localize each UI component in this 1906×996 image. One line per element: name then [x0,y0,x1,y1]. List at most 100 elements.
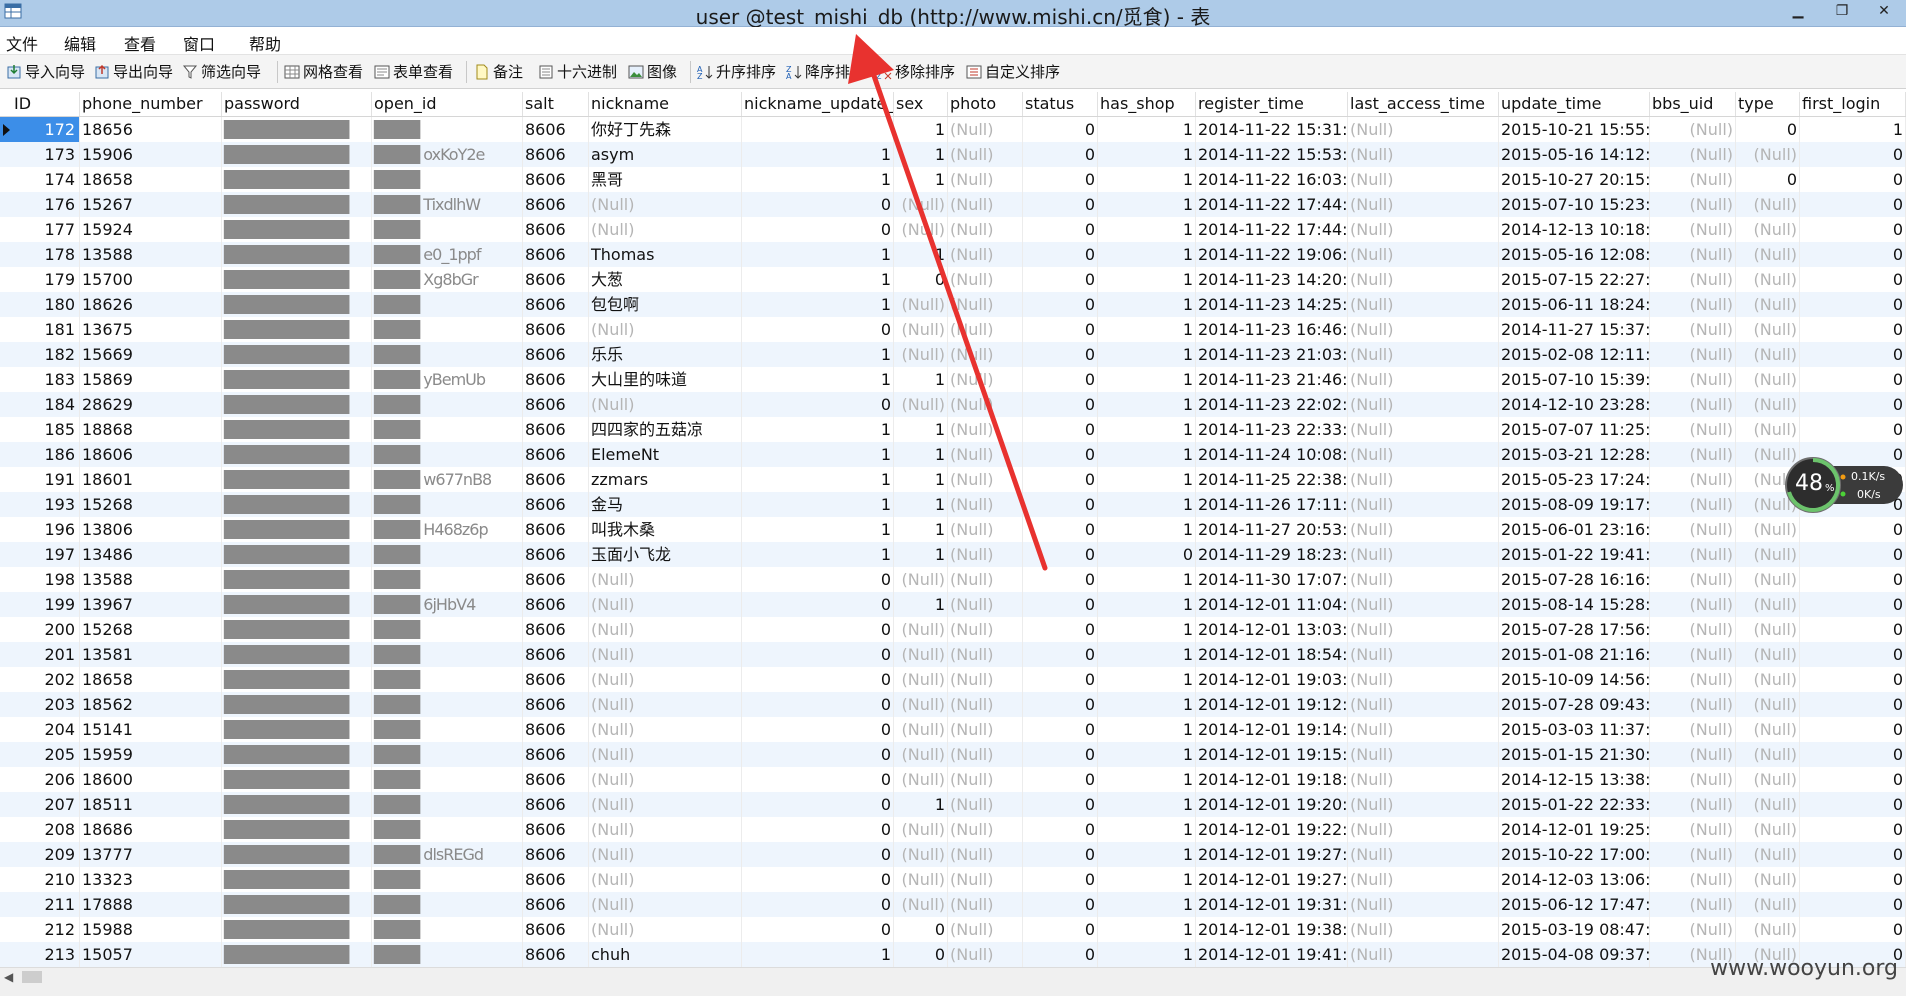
cell-id[interactable]: 202 [0,667,80,692]
cell-type[interactable]: (Null) [1736,517,1800,542]
cell-status[interactable]: 0 [1023,217,1098,242]
cell-id[interactable]: 186 [0,442,80,467]
cell-upd[interactable]: 2015-01-22 19:41:40 [1499,542,1650,567]
cell-reg[interactable]: 2014-11-23 16:46:49 [1196,317,1348,342]
cell-upd[interactable]: 2015-07-28 09:43:01 [1499,692,1650,717]
cell-last[interactable]: (Null) [1348,667,1499,692]
cell-shop[interactable]: 1 [1098,892,1196,917]
cell-pwd[interactable]: ███████████ [222,592,372,617]
scroll-left-icon[interactable]: ◀ [4,970,13,984]
cell-id[interactable]: 204 [0,717,80,742]
cell-id[interactable]: 211 [0,892,80,917]
cell-salt[interactable]: 8606 [523,167,589,192]
cell-last[interactable]: (Null) [1348,467,1499,492]
cell-id[interactable]: 208 [0,817,80,842]
cell-phone[interactable]: 15924 [80,217,222,242]
cell-openid[interactable]: ████ [372,617,523,642]
cell-id[interactable]: 210 [0,867,80,892]
cell-type[interactable]: (Null) [1736,917,1800,942]
cell-openid[interactable]: ████ Xg8bGr [372,267,523,292]
cell-nick[interactable]: (Null) [589,717,742,742]
cell-reg[interactable]: 2014-12-01 19:27:50 [1196,867,1348,892]
cell-fl[interactable]: 0 [1800,842,1906,867]
cell-upd[interactable]: 2015-05-16 14:12:40 [1499,142,1650,167]
menu-window[interactable]: 窗口 [183,31,215,55]
cell-nick[interactable]: 四四家的五菇凉 [589,417,742,442]
cell-last[interactable]: (Null) [1348,117,1499,142]
maximize-button[interactable]: ❐ [1824,0,1860,22]
cell-status[interactable]: 0 [1023,742,1098,767]
cell-phone[interactable]: 13486 [80,542,222,567]
cell-nu[interactable] [742,117,894,142]
cell-photo[interactable]: (Null) [948,417,1023,442]
cell-upd[interactable]: 2015-01-15 21:30:07 [1499,742,1650,767]
cell-shop[interactable]: 1 [1098,442,1196,467]
cell-openid[interactable]: ████ [372,942,523,967]
cell-reg[interactable]: 2014-11-22 17:44:33 [1196,217,1348,242]
cell-photo[interactable]: (Null) [948,892,1023,917]
cell-bbs[interactable]: (Null) [1650,617,1736,642]
cell-sex[interactable]: 1 [894,417,948,442]
cell-nu[interactable]: 0 [742,392,894,417]
column-header-open-id[interactable]: open_id [372,92,523,116]
cell-reg[interactable]: 2014-12-01 19:41:56 [1196,942,1348,967]
cell-openid[interactable]: ████ w677nB8 [372,467,523,492]
cell-phone[interactable]: 15700 [80,267,222,292]
cell-last[interactable]: (Null) [1348,242,1499,267]
cell-id[interactable]: 177 [0,217,80,242]
cell-fl[interactable]: 0 [1800,742,1906,767]
cell-upd[interactable]: 2015-03-03 11:37:29 [1499,717,1650,742]
cell-fl[interactable]: 0 [1800,267,1906,292]
cell-nu[interactable]: 0 [742,667,894,692]
cell-photo[interactable]: (Null) [948,367,1023,392]
image-button[interactable]: 图像 [628,61,677,82]
cell-salt[interactable]: 8606 [523,142,589,167]
cell-shop[interactable]: 1 [1098,142,1196,167]
grid-view-button[interactable]: 网格查看 [284,61,363,82]
cell-type[interactable]: (Null) [1736,617,1800,642]
cell-nu[interactable]: 0 [742,717,894,742]
cell-shop[interactable]: 1 [1098,192,1196,217]
import-wizard-button[interactable]: 导入向导 [6,61,85,82]
cell-last[interactable]: (Null) [1348,817,1499,842]
cell-phone[interactable]: 15267 [80,192,222,217]
cell-sex[interactable]: 1 [894,142,948,167]
cell-type[interactable]: (Null) [1736,242,1800,267]
cell-salt[interactable]: 8606 [523,692,589,717]
cell-sex[interactable]: 1 [894,467,948,492]
cell-pwd[interactable]: ███████████ [222,542,372,567]
cell-bbs[interactable]: (Null) [1650,317,1736,342]
cell-sex[interactable]: 0 [894,942,948,967]
cell-photo[interactable]: (Null) [948,617,1023,642]
table-row[interactable]: 181 13675 ███████████ ████ 8606 (Null) 0 (Null)… [0,317,1906,342]
cell-type[interactable]: (Null) [1736,767,1800,792]
cell-last[interactable]: (Null) [1348,592,1499,617]
cell-pwd[interactable]: ███████████ [222,142,372,167]
cell-last[interactable]: (Null) [1348,367,1499,392]
cell-openid[interactable]: ████ [372,567,523,592]
column-header-photo[interactable]: photo [948,92,1023,116]
cell-nu[interactable]: 1 [742,167,894,192]
cell-phone[interactable]: 15057 [80,942,222,967]
cell-status[interactable]: 0 [1023,367,1098,392]
cell-photo[interactable]: (Null) [948,867,1023,892]
cell-shop[interactable]: 1 [1098,417,1196,442]
cell-reg[interactable]: 2014-12-01 13:03:03 [1196,617,1348,642]
cell-id[interactable]: 201 [0,642,80,667]
menu-help[interactable]: 帮助 [249,31,281,55]
cell-last[interactable]: (Null) [1348,317,1499,342]
column-header-salt[interactable]: salt [523,92,589,116]
cell-phone[interactable]: 15959 [80,742,222,767]
cell-fl[interactable]: 0 [1800,617,1906,642]
cell-openid[interactable]: ████ [372,667,523,692]
cell-nick[interactable]: zzmars [589,467,742,492]
cell-id[interactable]: 180 [0,292,80,317]
cell-status[interactable]: 0 [1023,717,1098,742]
cell-pwd[interactable]: ███████████ [222,567,372,592]
cell-status[interactable]: 0 [1023,317,1098,342]
cell-fl[interactable]: 0 [1800,142,1906,167]
cell-photo[interactable]: (Null) [948,767,1023,792]
cell-openid[interactable]: ████ [372,892,523,917]
cell-fl[interactable]: 0 [1800,342,1906,367]
cell-id[interactable]: 176 [0,192,80,217]
